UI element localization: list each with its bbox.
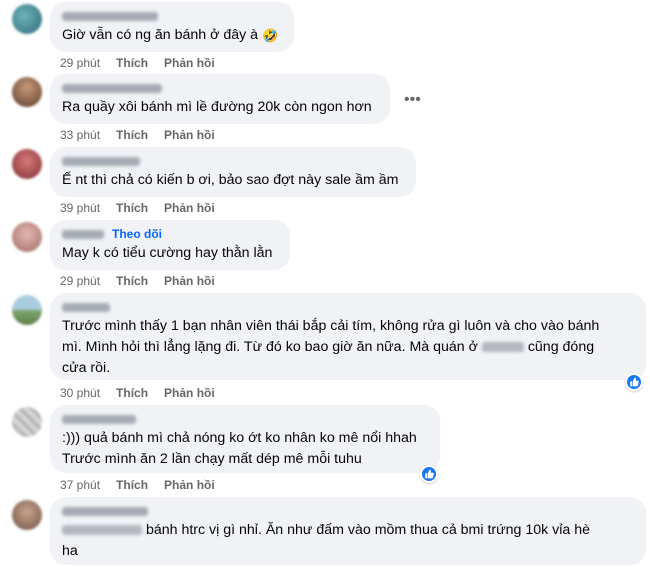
comment-bubble: Trước mình thấy 1 bạn nhân viên thái bắp… [50,293,646,380]
reply-button[interactable]: Phản hồi [164,128,215,142]
comment-text: Ra quầy xôi bánh mì lề đường 20k còn ngo… [62,99,372,115]
comment-line: bánh htrc vị gì nhỉ. Ăn như đấm vào mồm … [62,520,634,541]
author-name[interactable] [62,11,158,21]
laughing-emoji-icon: 🤣 [262,28,279,43]
reply-button[interactable]: Phản hồi [164,201,215,215]
like-button[interactable]: Thích [116,128,148,142]
timestamp[interactable]: 37 phút [60,478,100,492]
timestamp[interactable]: 29 phút [60,56,100,70]
avatar[interactable] [12,500,42,530]
comment-bubble: bánh htrc vị gì nhỉ. Ăn như đấm vào mồm … [50,497,646,565]
comment-line-part: bánh htrc vị gì nhỉ. Ăn như đấm vào mồm … [145,522,591,538]
comment-line: Trước mình thấy 1 bạn nhân viên thái bắp… [62,318,600,334]
avatar[interactable] [12,77,42,107]
comment-line: mì. Mình hỏi thì lẳng lặng đi. Từ đó ko … [62,337,634,358]
comment-bubble: Giờ vẫn có ng ăn bánh ở đây à 🤣 [50,2,294,52]
reply-button[interactable]: Phản hồi [164,56,215,70]
timestamp[interactable]: 30 phút [60,386,100,400]
author-name[interactable] [62,156,140,166]
author-name[interactable] [62,83,162,93]
avatar[interactable] [12,295,42,325]
comment-line: ha [62,543,78,559]
comment-text: Ế nt thì chả có kiến b ơi, bảo sao đợt n… [62,172,399,188]
like-button[interactable]: Thích [116,478,148,492]
reply-button[interactable]: Phản hồi [164,478,215,492]
comment-bubble: Theo dõi May k có tiểu cường hay thằn lằ… [50,220,290,270]
redacted-place [481,342,524,353]
reply-button[interactable]: Phản hồi [164,274,215,288]
like-button[interactable]: Thích [116,274,148,288]
like-reaction-icon[interactable] [625,373,643,391]
author-name[interactable] [62,302,110,312]
avatar[interactable] [12,4,42,34]
like-button[interactable]: Thích [116,386,148,400]
author-name[interactable] [62,506,148,516]
avatar[interactable] [12,222,42,252]
comment-text: Giờ vẫn có ng ăn bánh ở đây à [62,27,259,43]
comment-actions: 39 phút Thích Phản hồi [60,201,215,215]
comment-actions: 37 phút Thích Phản hồi [60,478,215,492]
comment-text: May k có tiểu cường hay thằn lằn [62,245,273,261]
comment-text: :))) quả bánh mì chả nóng ko ớt ko nhân … [62,428,428,470]
comment-actions: 33 phút Thích Phản hồi [60,128,215,142]
more-options-icon[interactable]: ••• [404,92,421,108]
timestamp[interactable]: 29 phút [60,274,100,288]
comment-line-part: mì. Mình hỏi thì lẳng lặng đi. Từ đó ko … [62,339,478,355]
follow-button[interactable]: Theo dõi [112,227,162,241]
timestamp[interactable]: 39 phút [60,201,100,215]
comment-actions: 29 phút Thích Phản hồi [60,274,215,288]
comment-line: :))) quả bánh mì chả nóng ko ớt ko nhân … [62,430,417,446]
timestamp[interactable]: 33 phút [60,128,100,142]
comment-text: bánh htrc vị gì nhỉ. Ăn như đấm vào mồm … [62,520,634,562]
like-reaction-icon[interactable] [420,465,438,483]
comment-bubble: Ra quầy xôi bánh mì lề đường 20k còn ngo… [50,74,390,124]
author-name[interactable] [62,414,136,424]
like-button[interactable]: Thích [116,201,148,215]
like-button[interactable]: Thích [116,56,148,70]
comment-line: Trước mình ăn 2 lần chạy mất dép mê mỗi … [62,451,362,467]
author-name[interactable] [62,229,104,239]
comment-text: Trước mình thấy 1 bạn nhân viên thái bắp… [62,316,634,379]
comment-line: cửa rồi. [62,360,111,376]
reply-button[interactable]: Phản hồi [164,386,215,400]
redacted-mention [62,525,142,536]
comment-bubble: :))) quả bánh mì chả nóng ko ớt ko nhân … [50,405,440,473]
comment-bubble: Ế nt thì chả có kiến b ơi, bảo sao đợt n… [50,147,416,197]
comment-actions: 29 phút Thích Phản hồi [60,56,215,70]
avatar[interactable] [12,149,42,179]
avatar[interactable] [12,407,42,437]
comment-actions: 30 phút Thích Phản hồi [60,386,215,400]
comment-line-part: cũng đóng [527,339,595,355]
